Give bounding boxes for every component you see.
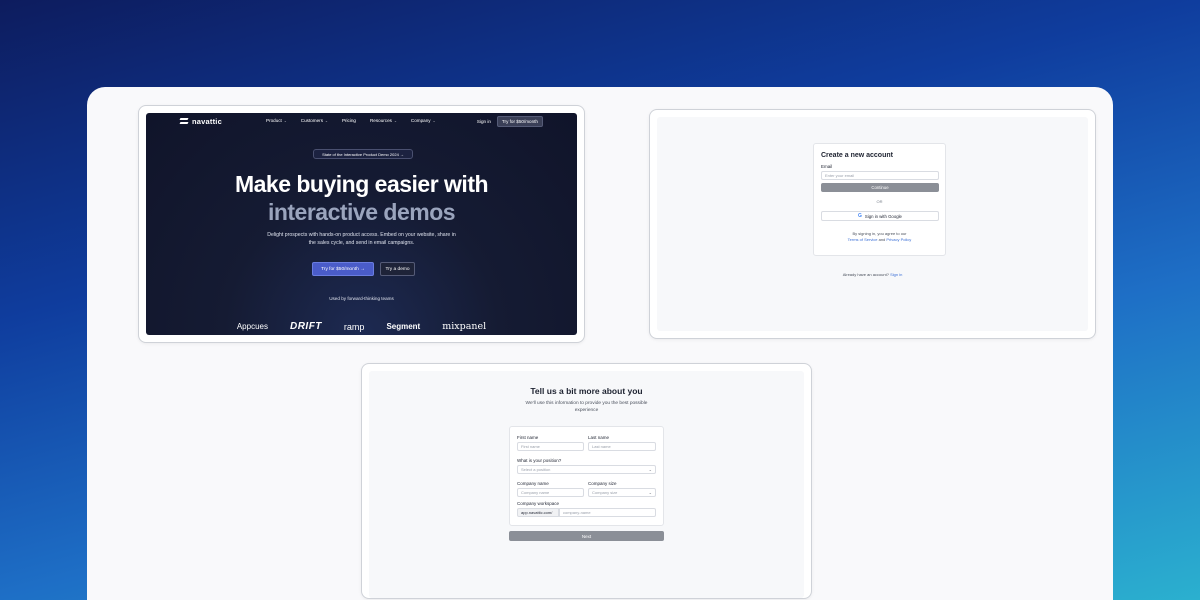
logo-text: navattic: [192, 117, 222, 126]
ramp-logo: ramp: [343, 321, 365, 332]
landing-site: navattic Product ⌄ Customers ⌄ Pricing Res…: [146, 113, 577, 335]
terms-of-service-link[interactable]: Terms of Service: [848, 237, 878, 242]
hero-headline: Make buying easier with interactive demo…: [146, 170, 577, 226]
first-name-label: First name: [517, 435, 539, 440]
nav-menu: Product ⌄ Customers ⌄ Pricing Resources ⌄ C…: [266, 118, 450, 123]
signup-page: Create a new account Email Enter your em…: [657, 117, 1088, 331]
workspace-input[interactable]: company-name: [559, 508, 656, 517]
segment-logo: Segment: [386, 322, 421, 331]
chevron-down-icon: ⌄: [432, 119, 436, 123]
google-button-label: Sign in with Google: [864, 213, 902, 219]
social-proof-text: Used by forward-thinking teams: [329, 296, 394, 301]
already-have-account: Already have an account? Sign in: [842, 272, 903, 277]
email-label: Email: [821, 164, 833, 169]
sign-in-link[interactable]: Sign in: [890, 272, 902, 277]
workspace-prefix: app.navattic.com/: [517, 508, 559, 517]
last-name-label: Last name: [588, 435, 610, 440]
nav-item-resources[interactable]: Resources ⌄: [370, 118, 397, 123]
company-size-label: Company size: [588, 481, 617, 486]
onboarding-form: First name First name Last name Last nam…: [509, 426, 664, 526]
first-name-input[interactable]: First name: [517, 442, 584, 451]
nav-actions: Sign in Try for $50/month: [477, 116, 543, 127]
nav-try-button[interactable]: Try for $50/month: [496, 116, 543, 127]
email-input[interactable]: Enter your email: [821, 171, 939, 180]
workspace-label: Company workspace: [517, 501, 560, 506]
company-name-input[interactable]: Company name: [517, 488, 584, 497]
privacy-policy-link[interactable]: Privacy Policy: [886, 237, 911, 242]
chevron-down-icon: ⌄: [648, 467, 652, 472]
announcement-pill[interactable]: State of the Interactive Product Demo 20…: [313, 149, 413, 159]
navattic-logo[interactable]: navattic: [180, 117, 222, 126]
company-name-label: Company name: [517, 481, 549, 486]
top-nav: navattic Product ⌄ Customers ⌄ Pricing Res…: [146, 113, 577, 131]
next-button[interactable]: Next: [509, 531, 664, 541]
onboarding-title: Tell us a bit more about you: [530, 386, 643, 396]
customer-logos: Appcues DRIFT ramp Segment mixpanel: [146, 321, 577, 332]
company-size-select[interactable]: Company size ⌄: [588, 488, 656, 497]
google-sign-in-button[interactable]: G Sign in with Google: [821, 211, 939, 221]
sign-in-link[interactable]: Sign in: [477, 119, 491, 124]
nav-item-company[interactable]: Company ⌄: [411, 118, 436, 123]
drift-logo: DRIFT: [289, 321, 322, 332]
google-icon: G: [858, 213, 862, 219]
chevron-down-icon: ⌄: [283, 119, 287, 123]
hero-subheadline: Delight prospects with hands-on product …: [267, 232, 456, 246]
headline-line-1: Make buying easier with: [234, 171, 489, 197]
chevron-down-icon: ⌄: [325, 119, 328, 123]
nav-item-product[interactable]: Product ⌄: [266, 118, 287, 123]
position-select[interactable]: Select a position ⌄: [517, 465, 656, 474]
signup-screenshot: Create a new account Email Enter your em…: [649, 109, 1096, 339]
appcues-logo: Appcues: [236, 322, 268, 331]
mixpanel-logo: mixpanel: [442, 321, 487, 332]
onboarding-page: Tell us a bit more about you We'll use t…: [369, 371, 804, 598]
nav-item-customers[interactable]: Customers ⌄: [301, 118, 328, 123]
headline-line-2: interactive demos: [267, 199, 456, 225]
onboarding-screenshot: Tell us a bit more about you We'll use t…: [361, 363, 812, 599]
landing-page-screenshot: navattic Product ⌄ Customers ⌄ Pricing Res…: [138, 105, 585, 343]
last-name-input[interactable]: Last name: [588, 442, 656, 451]
signup-card: Create a new account Email Enter your em…: [813, 143, 946, 256]
position-label: What is your position?: [517, 458, 562, 463]
chevron-down-icon: ⌄: [393, 119, 397, 123]
onboarding-subtitle: We'll use this information to provide yo…: [525, 401, 648, 413]
try-for-50-button[interactable]: Try for $50/month →: [312, 262, 374, 276]
terms-text: By signing in, you agree to our Terms of…: [847, 231, 912, 242]
signup-title: Create a new account: [821, 152, 893, 159]
or-divider: OR: [876, 199, 883, 204]
try-a-demo-button[interactable]: Try a demo: [380, 262, 415, 276]
navattic-logo-icon: [180, 118, 188, 125]
chevron-down-icon: ⌄: [648, 490, 652, 495]
nav-item-pricing[interactable]: Pricing: [342, 118, 356, 123]
continue-button[interactable]: Continue: [821, 183, 939, 192]
